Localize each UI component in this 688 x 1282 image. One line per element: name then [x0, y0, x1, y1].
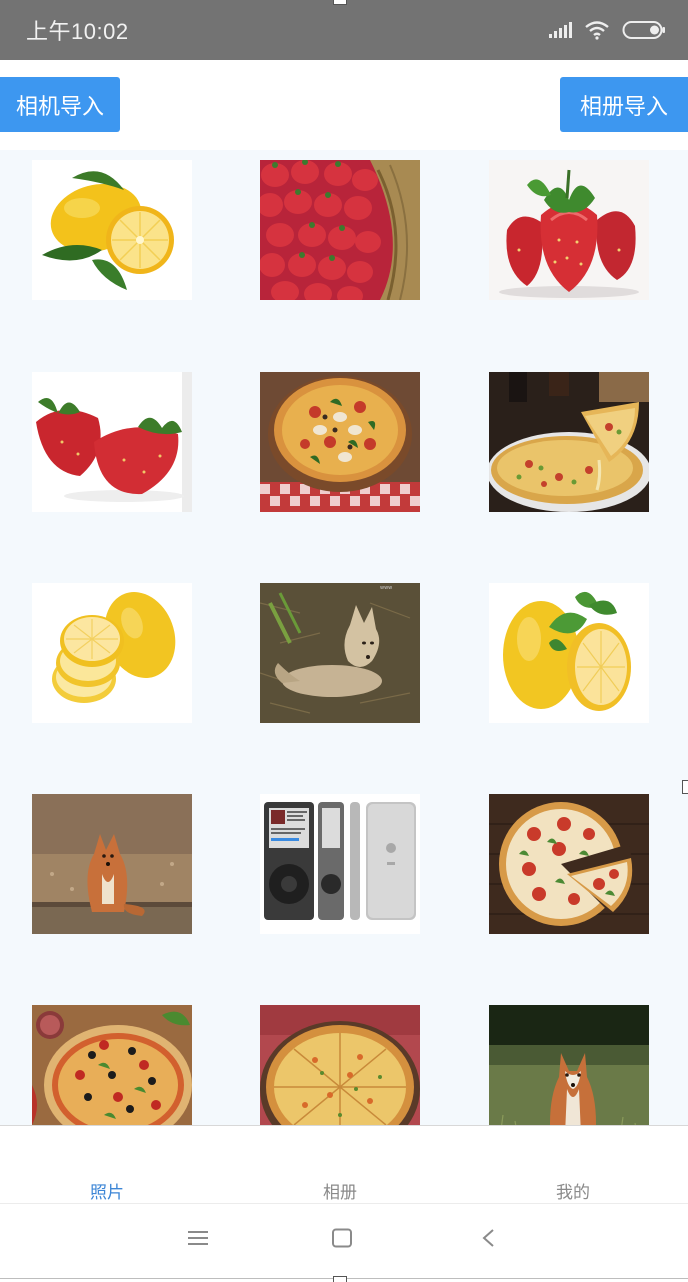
svg-text:www: www	[380, 585, 392, 591]
photo-grid: www	[0, 150, 688, 1125]
tab-photos[interactable]: 照片	[90, 1178, 124, 1203]
photo-strawberries-pair[interactable]	[32, 372, 192, 512]
photo-lemon-slices[interactable]	[32, 583, 192, 723]
status-bar: 上午10:02	[0, 0, 688, 60]
photo-fox-resting[interactable]: www	[260, 583, 420, 723]
photo-lemon[interactable]	[32, 160, 192, 300]
status-icons	[549, 20, 666, 40]
system-nav-bar	[0, 1203, 688, 1282]
battery-icon	[622, 20, 666, 40]
photo-strawberry-basket[interactable]	[260, 160, 420, 300]
signal-icon	[549, 22, 572, 38]
selection-handle-bottom	[333, 1276, 347, 1282]
selection-handle-side	[682, 780, 688, 794]
tab-mine[interactable]: 我的	[556, 1178, 590, 1203]
menu-icon[interactable]	[187, 1228, 209, 1252]
photo-pizza-mushroom[interactable]	[260, 372, 420, 512]
photo-pizza-tomato[interactable]	[489, 794, 649, 934]
photo-fox-sitting[interactable]	[32, 794, 192, 934]
album-import-button[interactable]: 相册导入	[560, 77, 688, 132]
screen: 上午10:02 相机导入 相册导入 www 照片 相册 我的	[0, 0, 688, 1282]
photo-pizza-slice[interactable]	[489, 372, 649, 512]
photo-pizza-cheese[interactable]	[260, 1005, 420, 1125]
camera-import-button[interactable]: 相机导入	[0, 77, 120, 132]
back-icon[interactable]	[480, 1228, 498, 1252]
photo-strawberries[interactable]	[489, 160, 649, 300]
header: 相机导入 相册导入	[0, 60, 688, 150]
photo-lemon-leaf[interactable]	[489, 583, 649, 723]
status-time: 上午10:02	[26, 19, 129, 44]
bottom-tab-bar: 照片 相册 我的	[0, 1125, 688, 1203]
home-icon[interactable]	[331, 1228, 353, 1252]
photo-pizza-salami[interactable]	[32, 1005, 192, 1125]
wifi-icon	[584, 20, 610, 40]
tab-albums[interactable]: 相册	[323, 1178, 357, 1203]
photo-ipod[interactable]	[260, 794, 420, 934]
selection-handle	[333, 0, 347, 5]
photo-fox-grass[interactable]	[489, 1005, 649, 1125]
